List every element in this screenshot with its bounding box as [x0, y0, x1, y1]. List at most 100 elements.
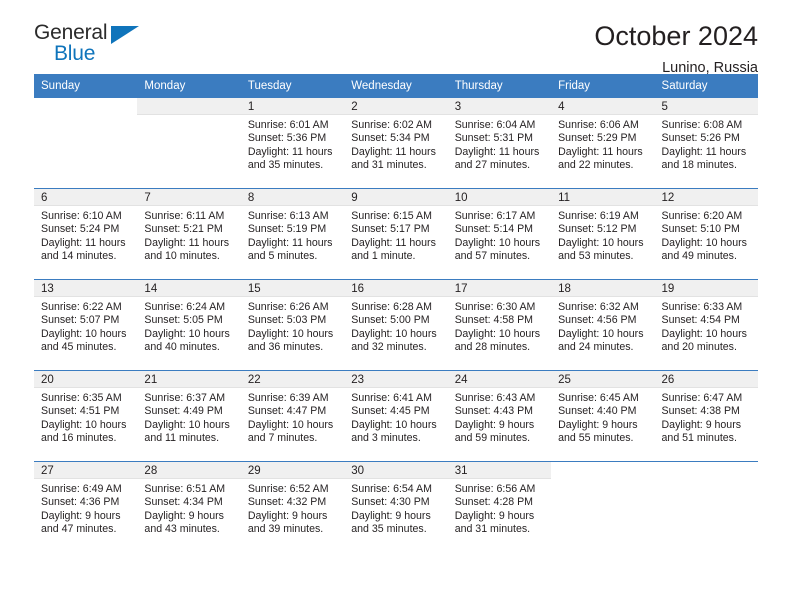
weekday-header-friday: Friday	[551, 74, 655, 98]
day-cell[interactable]: 15 Sunrise: 6:26 AM Sunset: 5:03 PM Dayl…	[240, 279, 345, 371]
sunrise-text: Sunrise: 6:20 AM	[661, 210, 743, 222]
daylight-text: Daylight: 10 hours and 57 minutes.	[454, 236, 541, 263]
sunrise-text: Sunrise: 6:54 AM	[351, 483, 432, 495]
day-info: Sunrise: 6:10 AM Sunset: 5:24 PM Dayligh…	[34, 206, 137, 264]
day-number	[551, 462, 654, 479]
day-cell[interactable]: 6 Sunrise: 6:10 AM Sunset: 5:24 PM Dayli…	[34, 188, 138, 280]
day-cell[interactable]	[654, 461, 758, 552]
day-cell[interactable]: 25 Sunrise: 6:45 AM Sunset: 4:40 PM Dayl…	[551, 370, 655, 462]
day-cell[interactable]: 17 Sunrise: 6:30 AM Sunset: 4:58 PM Dayl…	[447, 279, 552, 371]
sunrise-text: Sunrise: 6:08 AM	[661, 119, 743, 131]
logo-text-general: General	[34, 21, 108, 44]
day-number	[34, 98, 137, 115]
daylight-text: Daylight: 11 hours and 10 minutes.	[144, 236, 230, 263]
day-cell[interactable]: 7 Sunrise: 6:11 AM Sunset: 5:21 PM Dayli…	[137, 188, 241, 280]
day-number: 27	[34, 462, 138, 479]
sunrise-text: Sunrise: 6:24 AM	[144, 301, 226, 313]
day-number: 6	[34, 189, 138, 206]
title-block: October 2024 Lunino, Russia	[594, 21, 758, 77]
sunrise-text: Sunrise: 6:01 AM	[247, 119, 329, 131]
day-number: 28	[137, 462, 241, 479]
daylight-text: Daylight: 11 hours and 22 minutes.	[558, 145, 643, 172]
weekday-header-wednesday: Wednesday	[344, 74, 448, 98]
day-cell[interactable]: 18 Sunrise: 6:32 AM Sunset: 4:56 PM Dayl…	[551, 279, 655, 371]
day-cell[interactable]: 23 Sunrise: 6:41 AM Sunset: 4:45 PM Dayl…	[344, 370, 448, 462]
daylight-text: Daylight: 10 hours and 7 minutes.	[247, 418, 334, 445]
sunrise-text: Sunrise: 6:33 AM	[661, 301, 743, 313]
general-blue-logo[interactable]: General Blue	[34, 22, 154, 70]
sunset-text: Sunset: 4:30 PM	[351, 496, 430, 509]
sunrise-text: Sunrise: 6:47 AM	[661, 392, 743, 404]
day-cell[interactable]: 13 Sunrise: 6:22 AM Sunset: 5:07 PM Dayl…	[34, 279, 138, 371]
week-row: 27 Sunrise: 6:49 AM Sunset: 4:36 PM Dayl…	[34, 461, 758, 552]
day-cell[interactable]: 31 Sunrise: 6:56 AM Sunset: 4:28 PM Dayl…	[447, 461, 552, 552]
sunset-text: Sunset: 5:24 PM	[41, 223, 120, 236]
day-info: Sunrise: 6:24 AM Sunset: 5:05 PM Dayligh…	[137, 297, 240, 355]
day-info: Sunrise: 6:32 AM Sunset: 4:56 PM Dayligh…	[551, 297, 654, 355]
day-number	[655, 462, 758, 479]
logo-triangle-icon	[111, 26, 139, 44]
sunset-text: Sunset: 4:34 PM	[144, 496, 223, 509]
daylight-text: Daylight: 9 hours and 47 minutes.	[41, 509, 121, 536]
daylight-text: Daylight: 10 hours and 53 minutes.	[558, 236, 644, 263]
sunset-text: Sunset: 4:36 PM	[41, 496, 120, 509]
daylight-text: Daylight: 10 hours and 40 minutes.	[144, 327, 230, 354]
day-cell[interactable]: 24 Sunrise: 6:43 AM Sunset: 4:43 PM Dayl…	[447, 370, 552, 462]
day-cell[interactable]: 5 Sunrise: 6:08 AM Sunset: 5:26 PM Dayli…	[654, 98, 758, 189]
sunrise-text: Sunrise: 6:17 AM	[454, 210, 536, 222]
daylight-text: Daylight: 11 hours and 1 minute.	[351, 236, 436, 263]
day-number: 30	[344, 462, 448, 479]
day-cell[interactable]: 11 Sunrise: 6:19 AM Sunset: 5:12 PM Dayl…	[551, 188, 655, 280]
day-number: 12	[654, 189, 758, 206]
day-cell[interactable]: 29 Sunrise: 6:52 AM Sunset: 4:32 PM Dayl…	[240, 461, 345, 552]
day-number: 4	[551, 98, 655, 115]
day-cell[interactable]: 9 Sunrise: 6:15 AM Sunset: 5:17 PM Dayli…	[344, 188, 448, 280]
sunrise-text: Sunrise: 6:35 AM	[41, 392, 122, 404]
day-cell[interactable]: 2 Sunrise: 6:02 AM Sunset: 5:34 PM Dayli…	[344, 98, 448, 189]
day-cell[interactable]: 4 Sunrise: 6:06 AM Sunset: 5:29 PM Dayli…	[551, 98, 655, 189]
daylight-text: Daylight: 9 hours and 35 minutes.	[351, 509, 431, 536]
day-number: 16	[344, 280, 448, 297]
day-cell[interactable]: 30 Sunrise: 6:54 AM Sunset: 4:30 PM Dayl…	[344, 461, 448, 552]
daylight-text: Daylight: 11 hours and 31 minutes.	[351, 145, 436, 172]
sunrise-text: Sunrise: 6:28 AM	[351, 301, 432, 313]
day-cell[interactable]: 22 Sunrise: 6:39 AM Sunset: 4:47 PM Dayl…	[240, 370, 345, 462]
sunrise-text: Sunrise: 6:49 AM	[41, 483, 122, 495]
day-number: 18	[551, 280, 655, 297]
daylight-text: Daylight: 10 hours and 28 minutes.	[454, 327, 541, 354]
sunset-text: Sunset: 4:43 PM	[454, 405, 534, 418]
sunrise-text: Sunrise: 6:51 AM	[144, 483, 226, 495]
sunset-text: Sunset: 4:58 PM	[454, 314, 534, 327]
day-number: 15	[240, 280, 345, 297]
day-info: Sunrise: 6:02 AM Sunset: 5:34 PM Dayligh…	[344, 115, 447, 173]
day-cell[interactable]: 26 Sunrise: 6:47 AM Sunset: 4:38 PM Dayl…	[654, 370, 758, 462]
day-info: Sunrise: 6:06 AM Sunset: 5:29 PM Dayligh…	[551, 115, 654, 173]
day-cell[interactable]: 3 Sunrise: 6:04 AM Sunset: 5:31 PM Dayli…	[447, 98, 552, 189]
day-cell[interactable]: 16 Sunrise: 6:28 AM Sunset: 5:00 PM Dayl…	[344, 279, 448, 371]
day-cell[interactable]: 12 Sunrise: 6:20 AM Sunset: 5:10 PM Dayl…	[654, 188, 758, 280]
daylight-text: Daylight: 9 hours and 39 minutes.	[247, 509, 328, 536]
day-cell[interactable]: 14 Sunrise: 6:24 AM Sunset: 5:05 PM Dayl…	[137, 279, 241, 371]
sunset-text: Sunset: 5:36 PM	[247, 132, 327, 145]
day-cell[interactable]: 20 Sunrise: 6:35 AM Sunset: 4:51 PM Dayl…	[34, 370, 138, 462]
sunrise-text: Sunrise: 6:43 AM	[454, 392, 536, 404]
day-number: 22	[240, 371, 345, 388]
day-number: 7	[137, 189, 241, 206]
day-cell[interactable]: 19 Sunrise: 6:33 AM Sunset: 4:54 PM Dayl…	[654, 279, 758, 371]
day-cell[interactable]: 10 Sunrise: 6:17 AM Sunset: 5:14 PM Dayl…	[447, 188, 552, 280]
weekday-header-sunday: Sunday	[34, 74, 138, 98]
daylight-text: Daylight: 11 hours and 5 minutes.	[247, 236, 333, 263]
day-cell[interactable]: 8 Sunrise: 6:13 AM Sunset: 5:19 PM Dayli…	[240, 188, 345, 280]
weekday-header-tuesday: Tuesday	[240, 74, 345, 98]
day-cell[interactable]	[551, 461, 655, 552]
day-number: 31	[447, 462, 552, 479]
day-cell[interactable]	[137, 98, 241, 189]
daylight-text: Daylight: 9 hours and 31 minutes.	[454, 509, 535, 536]
day-cell[interactable]	[34, 98, 137, 189]
day-cell[interactable]: 28 Sunrise: 6:51 AM Sunset: 4:34 PM Dayl…	[137, 461, 241, 552]
day-cell[interactable]: 27 Sunrise: 6:49 AM Sunset: 4:36 PM Dayl…	[34, 461, 138, 552]
day-cell[interactable]: 21 Sunrise: 6:37 AM Sunset: 4:49 PM Dayl…	[137, 370, 241, 462]
daylight-text: Daylight: 11 hours and 35 minutes.	[247, 145, 333, 172]
sunset-text: Sunset: 5:10 PM	[661, 223, 740, 236]
day-cell[interactable]: 1 Sunrise: 6:01 AM Sunset: 5:36 PM Dayli…	[240, 98, 345, 189]
